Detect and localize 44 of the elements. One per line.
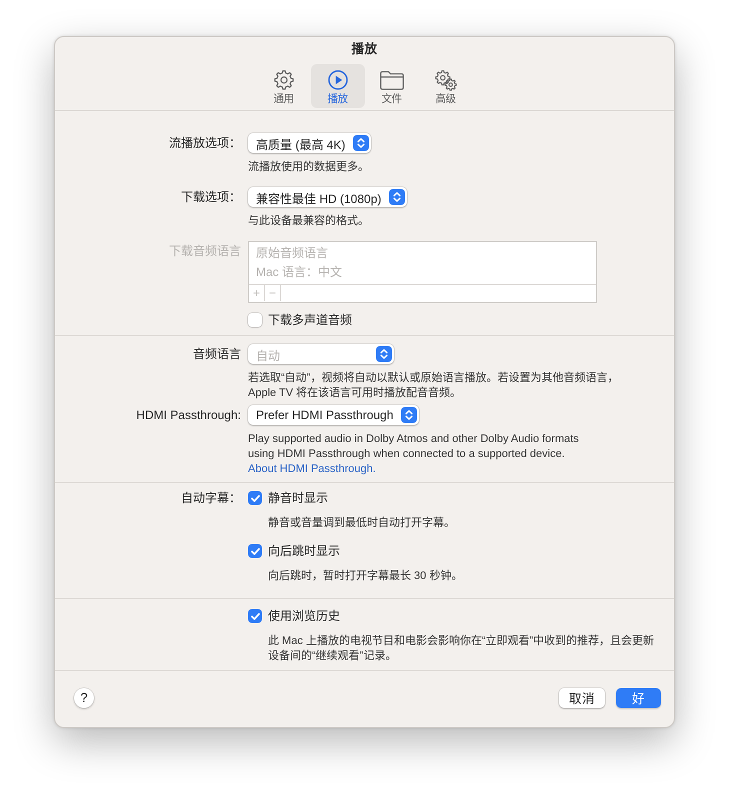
gear-icon: [274, 70, 294, 90]
ok-button[interactable]: 好: [616, 688, 661, 708]
play-circle-icon: [328, 70, 348, 90]
toolbar-tab[interactable]: 文件: [364, 64, 418, 108]
checkbox-label[interactable]: 静音时显示: [268, 490, 328, 506]
checkbox[interactable]: [248, 544, 262, 558]
help-link[interactable]: About HDMI Passthrough.: [248, 462, 376, 476]
setting-label: 下载选项：: [181, 190, 241, 204]
popup-button[interactable]: 兼容性最佳 HD (1080p): [248, 187, 408, 207]
checkbox-label[interactable]: 下载多声道音频: [268, 312, 352, 328]
checkbox[interactable]: [248, 491, 262, 505]
toolbar-tab[interactable]: 播放: [310, 64, 364, 108]
setting-label: 自动字幕：: [181, 491, 241, 505]
checkbox[interactable]: [248, 313, 262, 327]
setting-label: 音频语言: [193, 347, 241, 361]
checkmark-icon: [250, 548, 260, 554]
checkbox[interactable]: [248, 609, 262, 623]
toolbar-tab[interactable]: 通用: [256, 64, 310, 108]
cancel-button[interactable]: 取消: [559, 688, 605, 708]
window-title: 播放: [352, 41, 378, 57]
toolbar-tab[interactable]: 高级: [418, 64, 472, 108]
setting-description: 与此设备最兼容的格式。: [248, 214, 370, 229]
help-button[interactable]: ?: [74, 688, 94, 708]
checkbox-label[interactable]: 使用浏览历史: [268, 608, 340, 624]
stepper-icon: [353, 135, 370, 151]
gears-icon: [434, 70, 456, 90]
setting-label: 流播放选项：: [169, 136, 241, 150]
setting-label: HDMI Passthrough:: [136, 408, 241, 422]
folder-icon: [380, 70, 404, 90]
checkmark-icon: [250, 612, 260, 620]
stepper-icon: [401, 407, 418, 423]
popup-button[interactable]: Prefer HDMI Passthrough: [248, 405, 420, 425]
setting-description: 此 Mac 上播放的电视节目和电影会影响你在“立即观看”中收到的推荐，且会更新设备间的“继续观看”记录。: [268, 634, 656, 664]
stepper-icon: [389, 189, 406, 205]
popup-button[interactable]: 高质量 (最高 4K): [248, 133, 372, 153]
setting-description: 静音或音量调到最低时自动打开字幕。: [268, 516, 456, 531]
checkmark-icon: [250, 494, 260, 502]
setting-description: 若选取“自动”，视频将自动以默认或原始语言播放。若设置为其他音频语言，Apple TV 将在该语言可用时播放配音音频。: [248, 371, 620, 401]
setting-description: 向后跳时，暂时打开字幕最长 30 秒钟。: [268, 569, 464, 584]
setting-description: Play supported audio in Dolby Atmos and other Dolby Audio formats using HDMI Passthrough when connected to a supported device.: [248, 432, 580, 462]
setting-description: 流播放使用的数据更多。: [248, 160, 370, 175]
checkbox-label[interactable]: 向后跳时显示: [268, 543, 340, 559]
stepper-icon: [376, 346, 392, 362]
setting-label: 下载音频语言: [169, 244, 241, 258]
